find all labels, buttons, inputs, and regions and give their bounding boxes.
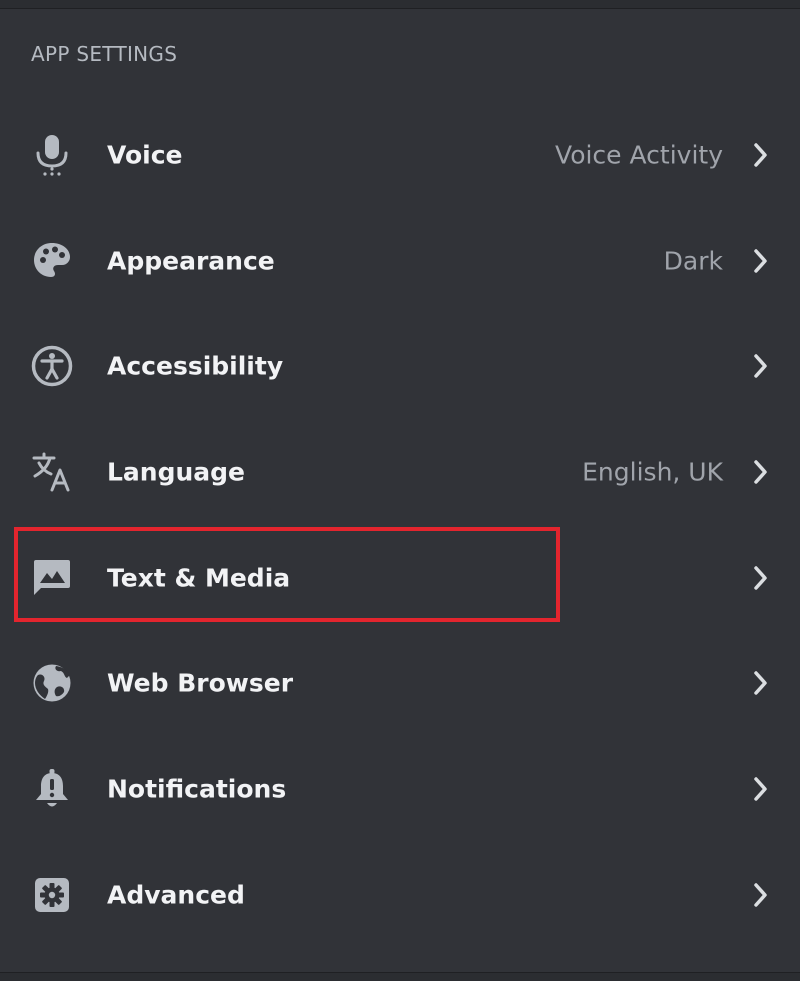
settings-row-label: Appearance [107,246,275,276]
chevron-right-icon [754,671,767,696]
bell-icon [30,767,74,811]
chevron-right-icon [754,143,767,167]
settings-row-voice[interactable]: Voice Voice Activity [0,102,800,208]
chevron-right-icon [754,777,767,801]
settings-row-label: Advanced [107,880,245,910]
settings-row-value: Dark [663,246,723,276]
microphone-icon [30,133,74,177]
chevron-right-icon [754,882,767,907]
settings-row-text-media[interactable]: Text & Media [0,525,800,631]
settings-row-value: English, UK [582,457,723,487]
globe-icon [30,661,74,705]
chevron-right-icon [754,460,767,484]
settings-row-web-browser[interactable]: Web Browser [0,630,800,736]
section-header: APP SETTINGS [31,42,178,66]
settings-row-label: Notifications [107,774,287,804]
settings-row-label: Accessibility [107,351,284,381]
chevron-right-icon [754,565,767,590]
translate-icon [30,450,74,494]
settings-row-notifications[interactable]: Notifications [0,736,800,842]
settings-row-label: Language [107,457,246,487]
settings-row-value: Voice Activity [555,140,723,170]
settings-row-label: Text & Media [107,563,291,593]
chevron-right-icon [754,354,767,378]
top-divider [0,0,800,9]
gear-icon [30,873,74,917]
settings-row-appearance[interactable]: Appearance Dark [0,208,800,314]
settings-row-label: Voice [107,140,183,170]
settings-row-accessibility[interactable]: Accessibility [0,313,800,419]
accessibility-icon [30,344,74,388]
chevron-right-icon [754,248,767,273]
image-icon [30,556,74,600]
settings-row-advanced[interactable]: Advanced [0,842,800,948]
settings-list: Voice Voice Activity Appearance Dark Acc… [0,102,800,948]
settings-row-language[interactable]: Language English, UK [0,419,800,525]
settings-row-label: Web Browser [107,668,294,698]
palette-icon [30,239,74,283]
